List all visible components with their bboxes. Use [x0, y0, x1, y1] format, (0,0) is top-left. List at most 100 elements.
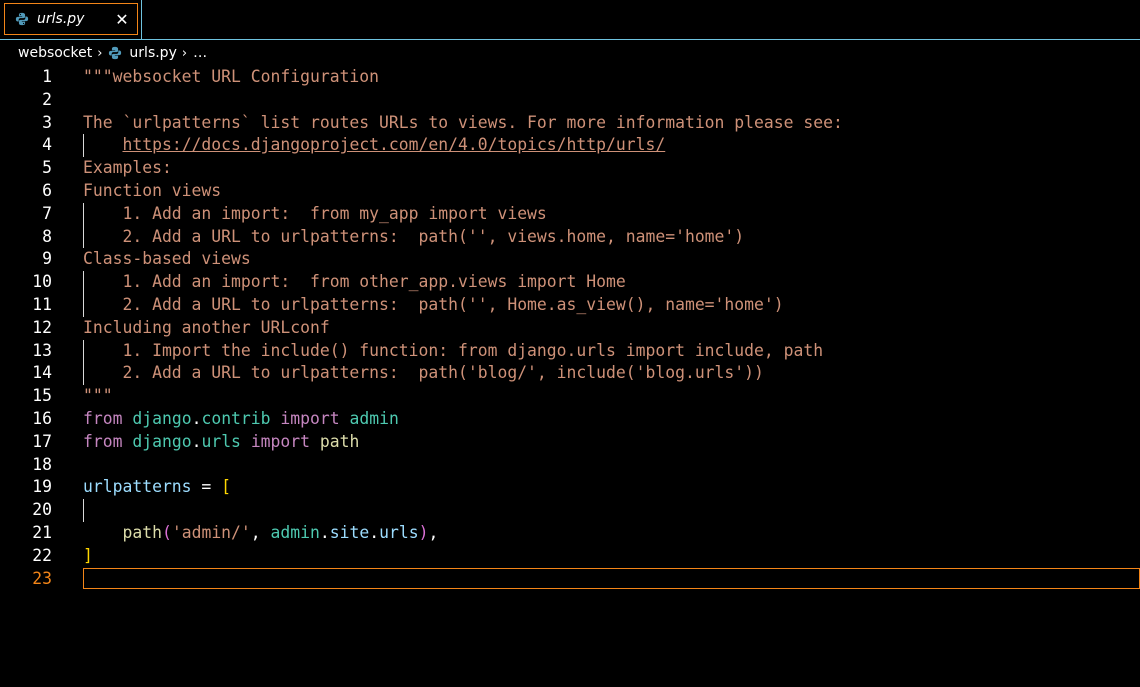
code-line-active: 23 — [0, 567, 1140, 591]
code-text: 1. Import the include() function: from d… — [83, 340, 824, 360]
code-text: https://docs.djangoproject.com/en/4.0/to… — [83, 134, 665, 157]
code-line: 4 https://docs.djangoproject.com/en/4.0/… — [0, 134, 1140, 158]
code-line: 17 from django.urls import path — [0, 431, 1140, 454]
breadcrumb-folder[interactable]: websocket — [18, 45, 92, 61]
code-text: 1. Add an import: from other_app.views i… — [83, 272, 626, 292]
name-path: path — [319, 431, 360, 451]
line-number: 9 — [42, 249, 52, 269]
line-number: 6 — [42, 181, 52, 200]
line-number: 18 — [32, 454, 52, 474]
tab-divider — [141, 0, 142, 40]
line-number: 22 — [32, 545, 52, 565]
code-text: 2. Add a URL to urlpatterns: path('', vi… — [83, 226, 745, 246]
code-line: 6 Function views — [0, 180, 1140, 203]
line-number: 3 — [42, 112, 52, 132]
code-line: 14 2. Add a URL to urlpatterns: path('bl… — [0, 362, 1140, 386]
module-contrib: contrib — [201, 409, 271, 428]
trailing-comma: , — [428, 523, 439, 542]
keyword-from: from — [83, 431, 123, 451]
line-number: 21 — [32, 523, 52, 542]
line-number: 16 — [32, 409, 52, 428]
module-urls: urls — [201, 431, 241, 451]
line-number: 13 — [32, 340, 52, 360]
keyword-from: from — [83, 409, 123, 428]
chevron-right-icon: › — [97, 45, 103, 61]
code-text: The `urlpatterns` list routes URLs to vi… — [83, 112, 843, 132]
line-number-active: 23 — [32, 568, 52, 588]
code-text: Class-based views — [83, 249, 251, 269]
code-line: 2 — [0, 89, 1140, 112]
paren-close: ) — [418, 523, 429, 542]
breadcrumb-file-label: urls.py — [129, 45, 177, 61]
assign-op: = — [191, 477, 222, 497]
code-text: from django.urls import path — [83, 431, 359, 454]
code-text: """websocket URL Configuration — [83, 67, 380, 86]
code-line: 10 1. Add an import: from other_app.view… — [0, 271, 1140, 294]
breadcrumb-more[interactable]: … — [193, 45, 207, 61]
code-text: 2. Add a URL to urlpatterns: path('', Ho… — [83, 295, 784, 314]
close-icon[interactable]: ✕ — [113, 9, 131, 29]
code-line: 7 1. Add an import: from my_app import v… — [0, 202, 1140, 226]
line-number: 2 — [42, 89, 52, 109]
string-admin: 'admin/' — [171, 523, 251, 542]
code-text: """ — [83, 386, 113, 406]
code-line: 21 path('admin/', admin.site.urls), — [0, 522, 1140, 545]
line-number: 11 — [32, 295, 52, 314]
name-admin: admin — [270, 523, 320, 542]
code-line: 1 """websocket URL Configuration — [0, 66, 1140, 89]
line-number: 12 — [32, 317, 52, 337]
code-line: 13 1. Import the include() function: fro… — [0, 339, 1140, 363]
line-number: 7 — [42, 203, 52, 223]
line-number: 10 — [32, 272, 52, 292]
attr-urls: urls — [379, 523, 419, 542]
line-number: 17 — [32, 431, 52, 451]
breadcrumb-file[interactable]: urls.py — [108, 45, 177, 61]
code-line: 18 — [0, 454, 1140, 477]
line-number: 20 — [32, 500, 52, 520]
code-text: 1. Add an import: from my_app import vie… — [83, 203, 547, 223]
code-editor[interactable]: 1 """websocket URL Configuration 2 3 The… — [0, 66, 1140, 687]
code-line: 16 from django.contrib import admin — [0, 408, 1140, 431]
open-bracket: [ — [221, 477, 232, 497]
code-line: 12 Including another URLconf — [0, 317, 1140, 340]
code-line: 3 The `urlpatterns` list routes URLs to … — [0, 112, 1140, 135]
code-line: 19 urlpatterns = [ — [0, 476, 1140, 499]
tab-bar: urls.py ✕ — [0, 0, 1140, 40]
code-line: 22 ] — [0, 545, 1140, 568]
code-line: 9 Class-based views — [0, 248, 1140, 271]
line-number: 19 — [32, 477, 52, 497]
docs-link[interactable]: https://docs.djangoproject.com/en/4.0/to… — [122, 135, 665, 154]
paren-open: ( — [161, 523, 172, 542]
current-line-highlight[interactable] — [83, 567, 1140, 589]
code-line: 5 Examples: — [0, 157, 1140, 180]
line-number: 14 — [32, 363, 52, 383]
indent-guide — [83, 499, 84, 522]
line-number: 5 — [42, 158, 52, 178]
code-text: 2. Add a URL to urlpatterns: path('blog/… — [83, 363, 764, 383]
dot: . — [191, 431, 202, 451]
code-line: 15 """ — [0, 385, 1140, 408]
dot: . — [319, 523, 330, 542]
code-text: Examples: — [83, 158, 172, 178]
tab-label: urls.py — [37, 11, 85, 27]
code-text: Function views — [83, 181, 222, 200]
close-bracket: ] — [83, 545, 93, 565]
python-icon — [108, 46, 122, 60]
code-text: Including another URLconf — [83, 317, 330, 337]
module-django: django — [132, 409, 192, 428]
dot: . — [369, 523, 380, 542]
code-text: from django.contrib import admin — [83, 408, 399, 431]
tab-urls-py[interactable]: urls.py ✕ — [4, 3, 138, 35]
keyword-import: import — [250, 431, 311, 451]
fn-path: path — [122, 523, 162, 542]
dot: . — [191, 409, 202, 428]
attr-site: site — [329, 523, 370, 542]
keyword-import: import — [280, 409, 340, 428]
code-text: path('admin/', admin.site.urls), — [83, 522, 438, 545]
line-number: 15 — [32, 386, 52, 406]
module-django: django — [132, 431, 192, 451]
line-number: 4 — [42, 135, 52, 155]
var-urlpatterns: urlpatterns — [83, 477, 192, 497]
